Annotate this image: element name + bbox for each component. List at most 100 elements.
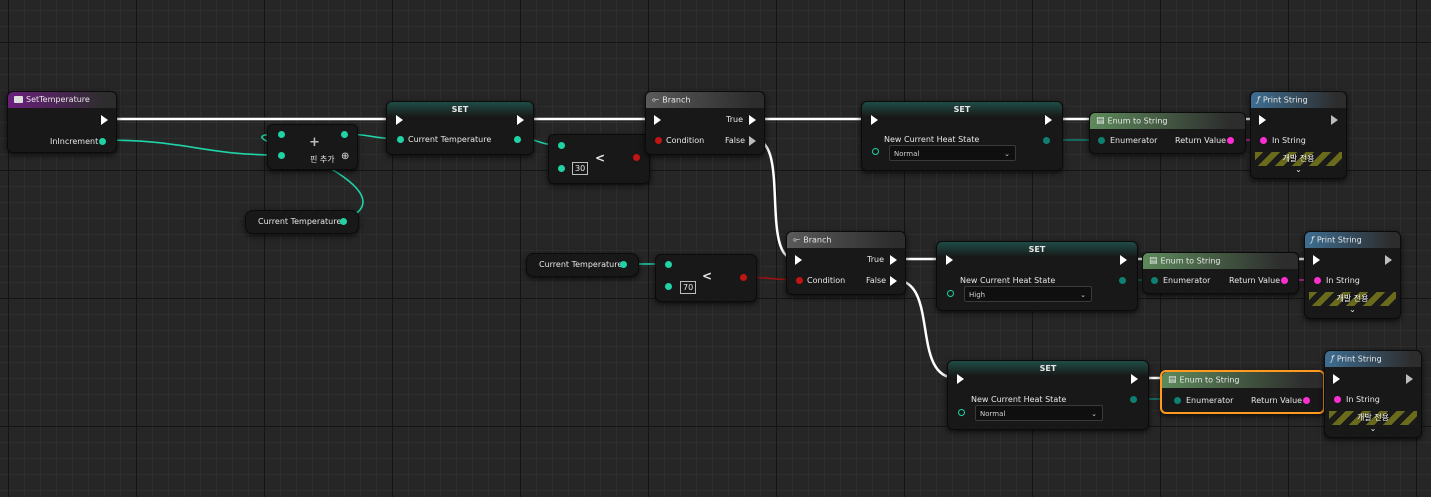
enum1-enumerator-label: Enumerator	[1110, 136, 1158, 145]
less1-input-b-pin[interactable]	[558, 165, 565, 172]
set-state2-exec-out-pin[interactable]	[1120, 255, 1127, 265]
set-exec-out-pin[interactable]	[517, 115, 524, 125]
enum3-return-pin[interactable]	[1303, 397, 1310, 404]
chevron-down-icon: ⌄	[1080, 291, 1086, 299]
print1-exec-out-pin[interactable]	[1331, 115, 1338, 125]
var-get-current-temperature-2[interactable]: Current Temperature	[526, 253, 639, 277]
branch1-true-pin[interactable]	[749, 115, 756, 125]
print-string-node-3[interactable]: ƒ Print String In String 개발 전용 ⌄	[1324, 350, 1422, 438]
wires-layer	[100, 117, 1338, 400]
set-heat-state-node-2[interactable]: SET New Current Heat State High ⌄	[936, 241, 1138, 311]
var-get-output-pin[interactable]	[340, 218, 347, 225]
set-state3-exec-in-pin[interactable]	[957, 374, 964, 384]
add-input-b-pin[interactable]	[278, 152, 285, 159]
set-current-temperature-node[interactable]: SET Current Temperature	[386, 101, 534, 155]
branch-icon: ⟜	[652, 95, 660, 105]
var-get-current-temperature-1[interactable]: Current Temperature	[245, 210, 359, 234]
set-state2-dropdown-value: High	[969, 291, 986, 299]
enum1-enumerator-pin[interactable]	[1098, 137, 1105, 144]
set-exec-in-pin[interactable]	[396, 115, 403, 125]
print2-in-string-pin[interactable]	[1314, 277, 1321, 284]
set-node-title: SET	[387, 102, 533, 118]
set-state1-out-pin[interactable]	[1043, 137, 1050, 144]
add-pin-plus-icon[interactable]: ⊕	[341, 151, 349, 162]
print3-in-string-label: In String	[1346, 395, 1380, 404]
set-state2-in-pin[interactable]	[947, 290, 954, 297]
event-inincrement-pin[interactable]	[99, 138, 106, 145]
enum-to-string-node-2[interactable]: ▤ Enum to String Enumerator Return Value	[1142, 252, 1299, 294]
var-get2-label: Current Temperature	[539, 260, 623, 269]
less2-value-box[interactable]: 70	[680, 281, 697, 294]
less1-input-a-pin[interactable]	[558, 142, 565, 149]
print2-in-string-label: In String	[1326, 276, 1360, 285]
add-input-a-pin[interactable]	[278, 131, 285, 138]
branch-node-1[interactable]: ⟜ Branch Condition True False	[645, 91, 765, 155]
less1-symbol: <	[595, 151, 606, 165]
less-than-node-2[interactable]: 70 <	[655, 254, 757, 302]
print2-expand-chevron-icon[interactable]: ⌄	[1305, 305, 1400, 314]
enum3-enumerator-pin[interactable]	[1174, 397, 1181, 404]
set-state2-out-pin[interactable]	[1119, 277, 1126, 284]
set-state3-dropdown[interactable]: Normal ⌄	[975, 405, 1103, 421]
print2-exec-in-pin[interactable]	[1313, 255, 1320, 265]
branch-node-2[interactable]: ⟜ Branch Condition True False	[786, 231, 906, 295]
print3-in-string-pin[interactable]	[1334, 396, 1341, 403]
enum2-return-pin[interactable]	[1281, 277, 1288, 284]
print-string-node-2[interactable]: ƒ Print String In String 개발 전용 ⌄	[1304, 231, 1401, 319]
set-state2-dropdown[interactable]: High ⌄	[964, 286, 1092, 302]
print3-exec-in-pin[interactable]	[1333, 374, 1340, 384]
enum2-enumerator-pin[interactable]	[1151, 277, 1158, 284]
branch2-true-pin[interactable]	[890, 255, 897, 265]
branch2-exec-in-pin[interactable]	[795, 255, 802, 265]
set-state2-exec-in-pin[interactable]	[946, 255, 953, 265]
print2-exec-out-pin[interactable]	[1385, 255, 1392, 265]
branch1-condition-pin[interactable]	[655, 137, 662, 144]
set-state1-dropdown[interactable]: Normal ⌄	[889, 145, 1016, 161]
print1-expand-chevron-icon[interactable]: ⌄	[1251, 165, 1346, 174]
less1-output-pin[interactable]	[633, 154, 640, 161]
branch1-false-pin[interactable]	[749, 136, 756, 146]
enum-to-string-node-3[interactable]: ▤ Enum to String Enumerator Return Value	[1160, 370, 1325, 414]
function-icon: ƒ	[1311, 235, 1314, 244]
less2-output-pin[interactable]	[740, 274, 747, 281]
branch2-condition-pin[interactable]	[796, 277, 803, 284]
var-get2-output-pin[interactable]	[620, 261, 627, 268]
print3-exec-out-pin[interactable]	[1406, 374, 1413, 384]
enum2-title: Enum to String	[1160, 256, 1221, 266]
set-state1-in-pin[interactable]	[872, 148, 879, 155]
less2-input-b-pin[interactable]	[665, 283, 672, 290]
set-heat-state-node-1[interactable]: SET New Current Heat State Normal ⌄	[861, 101, 1063, 171]
print-string-node-1[interactable]: ƒ Print String In String 개발 전용 ⌄	[1250, 91, 1347, 179]
event-node-settemperature[interactable]: SetTemperature InIncrement	[7, 91, 117, 153]
enum-to-string-node-1[interactable]: ▤ Enum to String Enumerator Return Value	[1089, 112, 1246, 154]
set-state1-exec-out-pin[interactable]	[1045, 115, 1052, 125]
print1-exec-in-pin[interactable]	[1259, 115, 1266, 125]
add-output-pin[interactable]	[341, 131, 348, 138]
set-state3-in-pin[interactable]	[958, 409, 965, 416]
enum1-header: ▤ Enum to String	[1090, 113, 1245, 129]
branch2-false-pin[interactable]	[890, 276, 897, 286]
set-heat-state-node-3[interactable]: SET New Current Heat State Normal ⌄	[947, 360, 1149, 430]
print1-in-string-pin[interactable]	[1260, 137, 1267, 144]
add-pin-label[interactable]: 핀 추가	[310, 154, 335, 165]
less1-value-box[interactable]: 30	[572, 162, 589, 175]
branch1-exec-in-pin[interactable]	[654, 115, 661, 125]
less2-input-a-pin[interactable]	[665, 261, 672, 268]
function-icon: ƒ	[1257, 95, 1260, 104]
set-current-temperature-label: Current Temperature	[408, 135, 492, 144]
print3-expand-chevron-icon[interactable]: ⌄	[1325, 424, 1421, 433]
less-than-node-1[interactable]: 30 <	[548, 134, 650, 184]
var-get-label: Current Temperature	[258, 217, 342, 226]
enum1-title: Enum to String	[1107, 116, 1168, 126]
set-state3-exec-out-pin[interactable]	[1131, 374, 1138, 384]
set-current-temperature-in-pin[interactable]	[397, 136, 404, 143]
event-param-label: InIncrement	[50, 137, 99, 146]
add-node[interactable]: + 핀 추가 ⊕	[267, 124, 358, 170]
float-wire-inincrement-add	[100, 139, 281, 156]
set-state3-out-pin[interactable]	[1130, 396, 1137, 403]
print1-header: ƒ Print String	[1251, 92, 1346, 108]
set-state1-exec-in-pin[interactable]	[871, 115, 878, 125]
enum1-return-pin[interactable]	[1227, 137, 1234, 144]
event-exec-out-pin[interactable]	[101, 115, 108, 125]
set-current-temperature-out-pin[interactable]	[514, 136, 521, 143]
